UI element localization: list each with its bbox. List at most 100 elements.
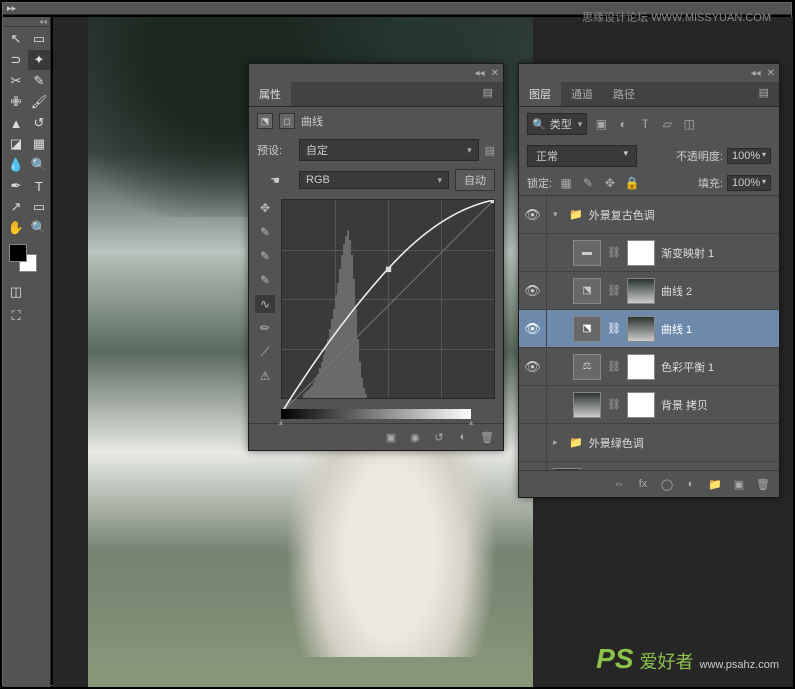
group-icon[interactable]: 📁 (707, 477, 723, 491)
brush-tool[interactable]: 🖌 (28, 92, 50, 112)
blend-mode-select[interactable]: 正常 (527, 145, 637, 167)
visibility-toggle[interactable]: 👁 (519, 310, 547, 347)
layer-row[interactable]: 👁背景 拷贝 3 (519, 462, 779, 470)
clip-icon[interactable]: ▣ (383, 430, 399, 444)
screenmode-tool[interactable]: ⛶ (5, 306, 27, 326)
filter-select[interactable]: 🔍 类型 (527, 113, 587, 135)
mask-thumb[interactable] (627, 316, 655, 342)
crop-tool[interactable]: ✂ (5, 71, 27, 91)
filter-adj-icon[interactable]: ◐ (615, 117, 631, 131)
gradient-tool[interactable]: ▦ (28, 134, 50, 154)
link-icon[interactable]: ⛓ (607, 246, 621, 259)
zoom-tool[interactable]: 🔍 (28, 218, 50, 238)
visibility-toggle[interactable]: 👁 (519, 462, 547, 470)
preview-icon[interactable]: ◐ (455, 430, 471, 444)
mask-thumb[interactable] (627, 392, 655, 418)
marquee-tool[interactable]: ▭ (28, 29, 50, 49)
adjustment-thumb[interactable]: ▬ (573, 240, 601, 266)
layer-row[interactable]: 👁 ⬔ ⛓ 曲线 2 (519, 272, 779, 310)
pen-tool[interactable]: ✒ (5, 176, 27, 196)
clip-warning[interactable]: ⚠ (255, 367, 275, 385)
adjustment-icon[interactable]: ◐ (683, 477, 699, 491)
shape-tool[interactable]: ▭ (28, 197, 50, 217)
layer-name[interactable]: 曲线 2 (661, 283, 692, 299)
visibility-toggle[interactable] (519, 386, 547, 423)
path-tool[interactable]: ↗ (5, 197, 27, 217)
visibility-toggle[interactable]: 👁 (519, 196, 547, 233)
mask-thumb[interactable] (627, 354, 655, 380)
eyedrop-black[interactable]: ✎ (255, 223, 275, 241)
lock-position-icon[interactable]: ✥ (602, 176, 618, 190)
menu-icon[interactable]: ▤ (473, 82, 503, 106)
link-icon[interactable]: ⛓ (607, 322, 621, 335)
pencil-mode[interactable]: ✏ (255, 319, 275, 337)
group-arrow-icon[interactable]: ▾ (553, 209, 563, 220)
layer-name[interactable]: 外景绿色调 (589, 435, 644, 451)
link-icon[interactable]: ⛓ (607, 398, 621, 411)
close-icon[interactable]: ✕ (767, 68, 775, 79)
layer-row[interactable]: ⛓背景 拷贝 (519, 386, 779, 424)
layer-row[interactable]: 👁 ⚖ ⛓ 色彩平衡 1 (519, 348, 779, 386)
visibility-toggle[interactable]: 👁 (519, 272, 547, 309)
hand-icon[interactable]: ☚ (257, 174, 293, 187)
type-tool[interactable]: T (28, 176, 50, 196)
tab-layers[interactable]: 图层 (519, 82, 561, 106)
adjustment-thumb[interactable]: ⚖ (573, 354, 601, 380)
sampler-tool[interactable]: ✥ (255, 199, 275, 217)
dodge-tool[interactable]: 🔍 (28, 155, 50, 175)
layer-row[interactable]: ▬ ⛓ 渐变映射 1 (519, 234, 779, 272)
adjustment-thumb[interactable]: ⬔ (573, 278, 601, 304)
eyedrop-gray[interactable]: ✎ (255, 247, 275, 265)
tab-channels[interactable]: 通道 (561, 82, 603, 106)
reset-icon[interactable]: ↺ (431, 430, 447, 444)
layer-row[interactable]: 👁▾📁外景复古色调 (519, 196, 779, 234)
view-icon[interactable]: ◉ (407, 430, 423, 444)
eraser-tool[interactable]: ◪ (5, 134, 27, 154)
stamp-tool[interactable]: ▲ (5, 113, 27, 133)
foreground-color[interactable] (9, 244, 27, 262)
tab-properties[interactable]: 属性 (249, 82, 291, 106)
history-brush-tool[interactable]: ↺ (28, 113, 50, 133)
collapse-icon[interactable]: ◂◂ (39, 17, 47, 26)
lock-all-icon[interactable]: 🔒 (624, 176, 640, 190)
collapse-icon[interactable]: ◂◂ (751, 68, 761, 79)
mask-thumb[interactable] (627, 278, 655, 304)
mask-thumb[interactable] (627, 240, 655, 266)
link-icon[interactable]: ⛓ (607, 360, 621, 373)
smooth-tool[interactable]: ⟋ (255, 343, 275, 361)
visibility-toggle[interactable]: 👁 (519, 348, 547, 385)
layer-name[interactable]: 色彩平衡 1 (661, 359, 714, 375)
curves-graph[interactable] (281, 199, 495, 399)
fx-icon[interactable]: fx (635, 477, 651, 491)
wand-tool[interactable]: ✦ (28, 50, 50, 70)
preset-menu-icon[interactable]: ▤ (485, 144, 495, 157)
move-tool[interactable]: ↖ (5, 29, 27, 49)
expand-icon[interactable]: ▸▸ (7, 3, 16, 14)
link-icon[interactable]: ⛓ (607, 284, 621, 297)
fill-input[interactable]: 100% (727, 175, 771, 191)
color-swatches[interactable] (3, 240, 50, 280)
layer-thumb[interactable] (553, 468, 581, 471)
mask-icon[interactable]: ◯ (659, 477, 675, 491)
quickmask-tool[interactable]: ◫ (5, 282, 27, 302)
input-slider[interactable] (281, 409, 471, 419)
layer-name[interactable]: 曲线 1 (661, 321, 692, 337)
layer-name[interactable]: 渐变映射 1 (661, 245, 714, 261)
filter-image-icon[interactable]: ▣ (593, 117, 609, 131)
hand-tool[interactable]: ✋ (5, 218, 27, 238)
link-icon[interactable]: ⇔ (611, 477, 627, 491)
lock-pixels-icon[interactable]: ▦ (558, 176, 574, 190)
menu-icon[interactable]: ▤ (749, 82, 779, 106)
visibility-toggle[interactable] (519, 424, 547, 461)
new-layer-icon[interactable]: ▣ (731, 477, 747, 491)
layer-row[interactable]: 👁⬔⛓曲线 1 (519, 310, 779, 348)
trash-icon[interactable]: 🗑 (755, 477, 771, 491)
curve-mode[interactable]: ∿ (255, 295, 275, 313)
tab-paths[interactable]: 路径 (603, 82, 645, 106)
filter-smart-icon[interactable]: ◫ (681, 117, 697, 131)
layer-thumb[interactable] (573, 392, 601, 418)
trash-icon[interactable]: 🗑 (479, 430, 495, 444)
eyedropper-tool[interactable]: ✎ (28, 71, 50, 91)
visibility-toggle[interactable] (519, 234, 547, 271)
auto-button[interactable]: 自动 (455, 169, 495, 191)
